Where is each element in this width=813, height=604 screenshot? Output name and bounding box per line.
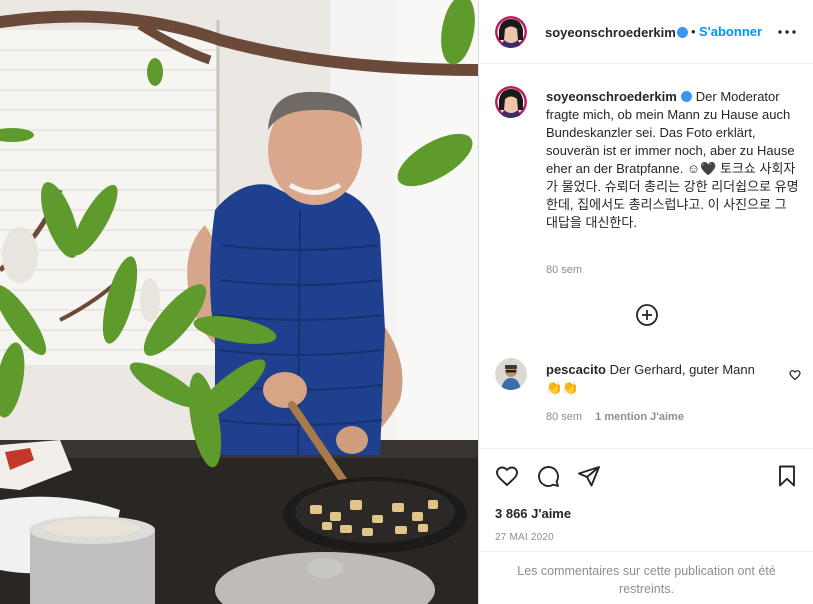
- post-date[interactable]: 27 MAI 2020: [495, 532, 554, 543]
- post-photo[interactable]: [0, 0, 478, 604]
- author-avatar[interactable]: [495, 16, 527, 48]
- heart-icon[interactable]: [495, 464, 519, 488]
- heart-outline-icon[interactable]: [789, 368, 801, 381]
- comment-item: pescacito Der Gerhard, guter Mann 👏👏 80 …: [495, 356, 801, 436]
- caption-timestamp[interactable]: 80 sem: [546, 264, 582, 276]
- caption-author-avatar[interactable]: [495, 86, 527, 118]
- caption-text: Der Moderator fragte mich, ob mein Mann …: [546, 89, 799, 230]
- verified-badge-icon: [680, 91, 692, 102]
- likes-count[interactable]: 3 866 J'aime: [495, 506, 571, 521]
- commenter-username[interactable]: pescacito: [546, 362, 606, 377]
- caption-username[interactable]: soyeonschroederkim: [546, 89, 677, 104]
- post-actions: 3 866 J'aime 27 MAI 2020 Les commentaire…: [479, 448, 813, 604]
- verified-badge-icon: [677, 27, 688, 38]
- post-image: [0, 0, 478, 604]
- header-separator: •: [691, 24, 696, 39]
- more-horizontal-icon[interactable]: [775, 20, 799, 44]
- comment-icon[interactable]: [536, 464, 560, 488]
- comment-body: pescacito Der Gerhard, guter Mann 👏👏: [546, 361, 771, 397]
- plus-circle-icon[interactable]: [635, 303, 659, 327]
- commenter-avatar[interactable]: [495, 358, 527, 390]
- post-details-panel: soyeonschroederkim • S'abonner soyeonsch…: [478, 0, 813, 604]
- bookmark-icon[interactable]: [775, 464, 799, 488]
- comment-likes[interactable]: 1 mention J'aime: [595, 411, 684, 423]
- caption-body: soyeonschroederkim Der Moderator fragte m…: [546, 88, 800, 232]
- author-username[interactable]: soyeonschroederkim: [545, 25, 676, 40]
- follow-button[interactable]: S'abonner: [699, 24, 762, 39]
- comment-timestamp[interactable]: 80 sem: [546, 411, 582, 423]
- paper-plane-icon[interactable]: [577, 464, 601, 488]
- post-header: soyeonschroederkim • S'abonner: [479, 0, 813, 64]
- comment-meta: 80 sem 1 mention J'aime: [546, 411, 684, 423]
- comments-restricted-notice: Les commentaires sur cette publication o…: [479, 551, 813, 604]
